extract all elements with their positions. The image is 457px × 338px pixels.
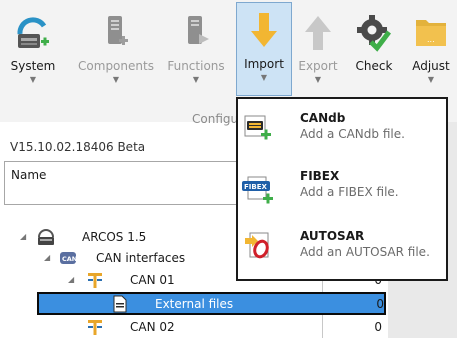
chevron-down-icon: ▼ xyxy=(192,75,200,84)
menu-item-fibex[interactable]: FIBEX FIBEX Add a FIBEX file. xyxy=(238,163,446,221)
chevron-down-icon: ▼ xyxy=(260,73,268,82)
can-bus-icon xyxy=(88,272,102,288)
candb-file-icon xyxy=(244,115,271,140)
functions-label: Functions xyxy=(167,59,225,73)
check-gear-icon xyxy=(357,15,391,52)
menu-item-autosar[interactable]: AUTOSAR Add an AUTOSAR file. xyxy=(238,221,446,279)
can-bus-icon xyxy=(88,319,102,335)
system-icon xyxy=(17,17,49,48)
components-label: Components xyxy=(78,59,154,73)
import-arrow-icon xyxy=(251,13,277,47)
ecu-system-icon xyxy=(38,228,54,245)
version-label: V15.10.02.18406 Beta xyxy=(10,140,146,154)
tree-row-can-02[interactable]: CAN 02 0 xyxy=(0,316,388,337)
export-button[interactable]: Export ▼ xyxy=(294,8,342,96)
system-label: System xyxy=(10,59,56,73)
menu-item-title: AUTOSAR xyxy=(300,229,365,243)
adjust-folder-icon: ... xyxy=(416,20,446,46)
chevron-down-icon: ▼ xyxy=(29,75,37,84)
import-menu: CANdb Add a CANdb file. FIBEX FIBEX Add … xyxy=(236,97,448,281)
functions-button[interactable]: Functions ▼ xyxy=(164,8,228,96)
menu-item-description: Add a CANdb file. xyxy=(300,127,405,141)
tree-label: External files xyxy=(155,296,234,311)
fibex-file-icon: FIBEX xyxy=(242,176,273,204)
adjust-button[interactable]: ... Adjust ▼ xyxy=(408,8,454,96)
tree-row-external-files[interactable]: External files 0 xyxy=(37,292,386,315)
functions-icon xyxy=(188,16,209,44)
expand-triangle-icon[interactable]: ◢ xyxy=(68,275,74,284)
autosar-file-icon xyxy=(245,232,269,259)
name-column-header[interactable]: Name xyxy=(4,161,242,205)
check-button[interactable]: Check xyxy=(350,8,398,96)
import-button[interactable]: Import ▼ xyxy=(236,2,292,96)
tree-label: CAN interfaces xyxy=(96,250,186,265)
components-icon xyxy=(108,16,128,45)
tree-label: CAN 02 xyxy=(130,319,175,334)
components-button[interactable]: Components ▼ xyxy=(76,8,156,96)
external-file-icon xyxy=(113,295,127,312)
svg-text:...: ... xyxy=(427,35,435,44)
tree-label: ARCOS 1.5 xyxy=(82,229,147,244)
tree-value: 0 xyxy=(374,319,382,334)
chevron-down-icon: ▼ xyxy=(112,75,120,84)
expand-triangle-icon[interactable]: ◢ xyxy=(20,232,26,241)
adjust-label: Adjust xyxy=(412,59,450,73)
ribbon-group-label: Configu xyxy=(192,112,239,126)
tree-label: CAN 01 xyxy=(130,272,175,287)
svg-text:CAN: CAN xyxy=(62,255,77,263)
menu-item-candb[interactable]: CANdb Add a CANdb file. xyxy=(238,103,446,161)
menu-item-title: FIBEX xyxy=(300,169,340,183)
expand-triangle-icon[interactable]: ◢ xyxy=(44,253,50,262)
system-button[interactable]: System ▼ xyxy=(6,8,60,96)
tree-value: 0 xyxy=(376,296,384,311)
export-label: Export xyxy=(298,59,338,73)
fibex-badge-text: FIBEX xyxy=(244,183,268,191)
export-arrow-icon xyxy=(305,16,331,50)
chevron-down-icon: ▼ xyxy=(427,75,435,84)
check-label: Check xyxy=(355,59,393,73)
can-interface-icon: CAN xyxy=(60,251,77,264)
menu-item-title: CANdb xyxy=(300,111,346,125)
menu-item-description: Add an AUTOSAR file. xyxy=(300,245,430,259)
chevron-down-icon: ▼ xyxy=(314,75,322,84)
import-label: Import xyxy=(244,57,284,71)
menu-item-description: Add a FIBEX file. xyxy=(300,185,399,199)
